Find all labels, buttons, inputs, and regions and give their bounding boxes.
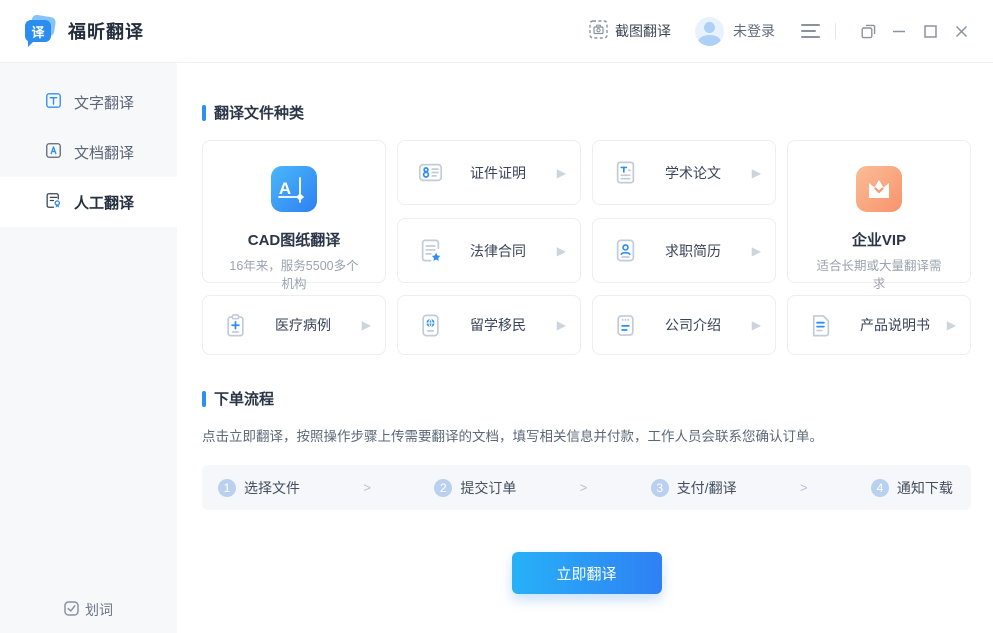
vip-crown-icon [856,166,902,217]
category-label: 法律合同 [470,241,526,261]
main-content: 翻译文件种类 A CAD图纸翻译 16年来，服务5500多个机构 [177,63,993,633]
screenshot-translate-label: 截图翻译 [615,21,671,41]
step-arrow: > [363,480,371,495]
chevron-right-icon: ▶ [557,244,566,258]
mini-mode-icon[interactable] [856,19,880,43]
step-pay-translate: 3 支付/翻译 [651,478,737,498]
doc-translate-icon [44,141,63,164]
category-card-legal-contract[interactable]: 法律合同 ▶ [397,218,581,283]
divider [835,23,836,39]
chevron-right-icon: ▶ [557,318,566,332]
sidebar-item-human-translate[interactable]: 人工翻译 [0,177,177,227]
close-icon[interactable] [949,19,973,43]
chevron-right-icon: ▶ [557,166,566,180]
human-translate-icon [44,191,63,214]
step-number-badge: 3 [651,479,669,497]
sidebar-item-doc-translate[interactable]: 文档翻译 [0,127,177,177]
category-card-academic-paper[interactable]: 学术论文 ▶ [592,140,776,205]
category-card-company-intro[interactable]: 公司介绍 ▶ [592,295,776,355]
category-card-certificates[interactable]: 证件证明 ▶ [397,140,581,205]
section-title: 下单流程 [214,388,274,409]
category-card-resume[interactable]: 求职简历 ▶ [592,218,776,283]
minimize-icon[interactable] [887,19,911,43]
title-bar: 译 福昕翻译 截图翻译 未登录 [0,0,993,63]
word-lookup-label: 划词 [85,600,113,620]
section-accent-bar [202,391,206,407]
sidebar-item-text-translate[interactable]: 文字翻译 [0,77,177,127]
app-brand: 译 福昕翻译 [22,15,144,47]
legal-contract-icon [417,237,444,264]
chevron-right-icon: ▶ [362,318,371,332]
featured-card-vip[interactable]: 企业VIP 适合长期或大量翻译需求 [787,140,971,283]
sidebar-item-label: 文档翻译 [74,142,134,163]
word-lookup-toggle[interactable]: 划词 [0,600,177,620]
app-logo-icon: 译 [22,15,58,47]
academic-paper-icon [612,159,639,186]
section-file-types: 翻译文件种类 [202,102,993,123]
step-number-badge: 2 [434,479,452,497]
svg-text:A: A [279,179,291,198]
category-label: 留学移民 [470,315,526,335]
featured-card-title: 企业VIP [852,229,906,250]
logo-char: 译 [25,20,51,42]
menu-icon[interactable] [801,24,820,38]
chevron-right-icon: ▶ [752,244,761,258]
medical-record-icon [222,312,249,339]
step-arrow: > [580,480,588,495]
category-label: 证件证明 [470,163,526,183]
step-number-badge: 1 [218,479,236,497]
category-label: 学术论文 [665,163,721,183]
featured-card-cad[interactable]: A CAD图纸翻译 16年来，服务5500多个机构 [202,140,386,283]
step-arrow: > [800,480,808,495]
section-accent-bar [202,105,206,121]
translate-now-button[interactable]: 立即翻译 [512,552,662,594]
login-status[interactable]: 未登录 [733,21,775,41]
cad-translate-icon: A [271,166,317,217]
order-steps-bar: 1 选择文件 > 2 提交订单 > 3 支付/翻译 > 4 通知下载 [202,465,971,510]
text-translate-icon [44,91,63,114]
category-card-study-abroad[interactable]: 留学移民 ▶ [397,295,581,355]
avatar[interactable] [695,17,724,46]
sidebar-item-label: 文字翻译 [74,92,134,113]
product-manual-icon [807,312,834,339]
category-label: 求职简历 [665,241,721,261]
category-label: 产品说明书 [860,315,930,335]
category-label: 医疗病例 [275,315,331,335]
app-title: 福昕翻译 [68,18,144,44]
chevron-right-icon: ▶ [752,318,761,332]
maximize-icon[interactable] [918,19,942,43]
company-intro-icon [612,312,639,339]
featured-card-subtitle: 16年来，服务5500多个机构 [227,257,361,293]
featured-card-title: CAD图纸翻译 [248,229,341,250]
featured-card-subtitle: 适合长期或大量翻译需求 [812,257,946,293]
screenshot-translate-button[interactable]: 截图翻译 [589,20,671,42]
chevron-right-icon: ▶ [947,318,956,332]
step-select-file: 1 选择文件 [218,478,300,498]
process-description: 点击立即翻译，按照操作步骤上传需要翻译的文档，填写相关信息并付款，工作人员会联系… [202,425,993,445]
sidebar-item-label: 人工翻译 [74,192,134,213]
category-card-medical-record[interactable]: 医疗病例 ▶ [202,295,386,355]
study-abroad-passport-icon [417,312,444,339]
step-number-badge: 4 [871,479,889,497]
checkbox-checked-icon [64,601,79,619]
step-submit-order: 2 提交订单 [434,478,516,498]
category-card-product-manual[interactable]: 产品说明书 ▶ [787,295,971,355]
category-label: 公司介绍 [665,315,721,335]
chevron-right-icon: ▶ [752,166,761,180]
step-notify-download: 4 通知下载 [871,478,953,498]
section-title: 翻译文件种类 [214,102,304,123]
sidebar: 文字翻译 文档翻译 人工翻译 [0,63,177,633]
section-order-process: 下单流程 [202,388,993,409]
resume-icon [612,237,639,264]
id-card-icon [417,159,444,186]
screenshot-camera-icon [589,20,608,42]
